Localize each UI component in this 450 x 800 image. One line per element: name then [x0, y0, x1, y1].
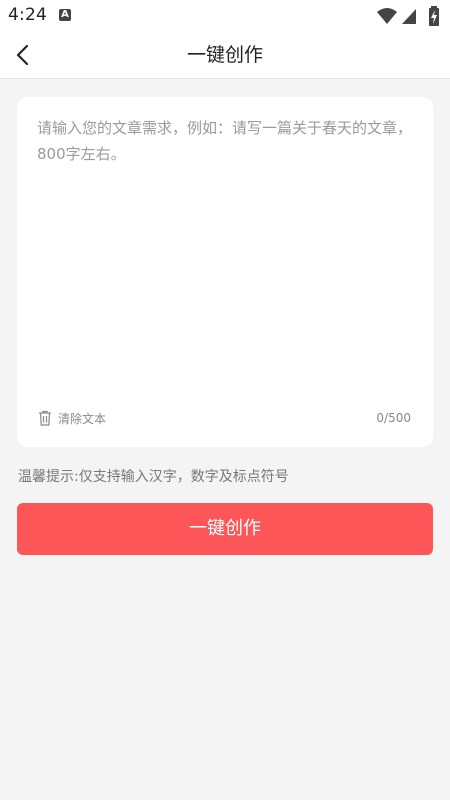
clear-text-button[interactable]: 清除文本	[38, 409, 106, 427]
create-button[interactable]: 一键创作	[17, 503, 433, 555]
status-time: 4:24	[8, 5, 47, 25]
article-request-input[interactable]	[37, 115, 413, 400]
battery-charging-icon	[429, 6, 439, 26]
app-header: 一键创作	[0, 32, 450, 79]
signal-icon	[402, 9, 416, 24]
trash-icon	[39, 410, 51, 426]
status-icons	[376, 6, 442, 26]
notification-app-icon: A	[59, 9, 71, 21]
status-bar: 4:24 A	[0, 0, 450, 32]
input-card: 清除文本 0/500	[17, 97, 433, 447]
char-counter: 0/500	[376, 411, 411, 425]
clear-text-label: 清除文本	[58, 411, 107, 426]
page-title: 一键创作	[186, 44, 263, 66]
input-tip: 温馨提示:仅支持输入汉字，数字及标点符号	[18, 469, 289, 485]
wifi-icon	[377, 8, 397, 24]
